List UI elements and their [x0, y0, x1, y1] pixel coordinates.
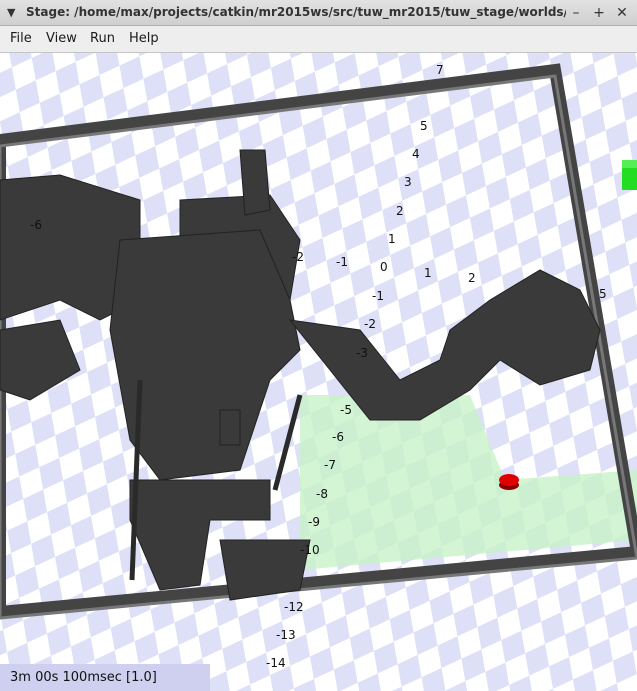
menu-view[interactable]: View — [46, 31, 77, 46]
axis-label: -5 — [340, 403, 352, 417]
axis-label: 4 — [412, 147, 420, 161]
simulation-canvas[interactable]: 7 5 4 3 2 1 0 -1 -2 -3 -5 -6 -7 -8 -9 -1… — [0, 53, 637, 691]
axis-label: 3 — [404, 175, 412, 189]
menubar: File View Run Help — [0, 26, 637, 53]
axis-label: -10 — [300, 543, 320, 557]
green-box — [622, 160, 637, 190]
axis-label: 0 — [380, 260, 388, 274]
axis-label: -8 — [316, 487, 328, 501]
minimize-button[interactable]: – — [566, 3, 586, 23]
axis-label: 2 — [396, 204, 404, 218]
close-button[interactable]: ✕ — [612, 3, 632, 23]
window-titlebar: ▼ Stage: /home/max/projects/catkin/mr201… — [0, 0, 637, 26]
axis-label: -1 — [336, 255, 348, 269]
menu-help[interactable]: Help — [129, 31, 159, 46]
axis-label: -6 — [332, 430, 344, 444]
axis-label: -3 — [356, 346, 368, 360]
window-menu-icon[interactable]: ▼ — [7, 6, 15, 19]
axis-label: 1 — [388, 232, 396, 246]
robot[interactable] — [499, 474, 519, 490]
maximize-button[interactable]: + — [589, 3, 609, 23]
axis-label: 5 — [420, 119, 428, 133]
simulation-time: 3m 00s 100msec [1.0] — [10, 670, 157, 685]
axis-label: 7 — [436, 63, 444, 77]
menu-run[interactable]: Run — [90, 31, 115, 46]
axis-label: -7 — [324, 458, 336, 472]
axis-label: 2 — [468, 271, 476, 285]
status-bar: 3m 00s 100msec [1.0] — [0, 664, 210, 691]
world-view[interactable]: 7 5 4 3 2 1 0 -1 -2 -3 -5 -6 -7 -8 -9 -1… — [0, 53, 637, 691]
axis-label: -9 — [308, 515, 320, 529]
axis-label: -14 — [266, 656, 286, 670]
axis-label: -2 — [364, 317, 376, 331]
axis-label: -2 — [292, 250, 304, 264]
axis-label: -12 — [284, 600, 304, 614]
axis-label: 5 — [599, 287, 607, 301]
window-title: Stage: /home/max/projects/catkin/mr2015w… — [26, 5, 566, 19]
axis-label: -1 — [372, 289, 384, 303]
axis-label: -6 — [30, 218, 42, 232]
axis-label: 1 — [424, 266, 432, 280]
menu-file[interactable]: File — [10, 31, 32, 46]
axis-label: -13 — [276, 628, 296, 642]
